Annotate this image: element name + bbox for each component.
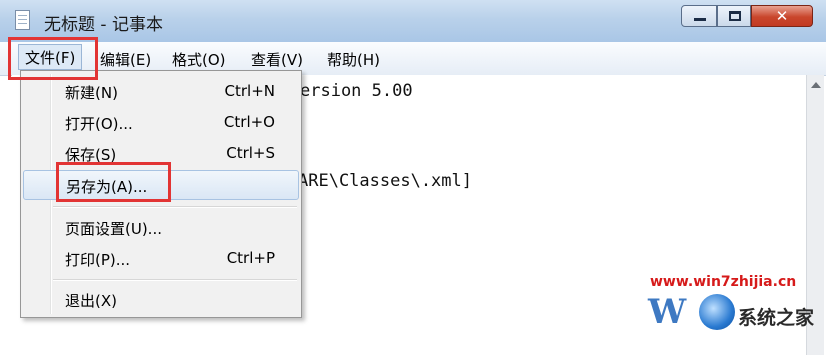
watermark-url: www.win7zhijia.cn [650,274,797,290]
title-bar: 无标题 - 记事本 ✕ [0,0,826,42]
menu-item-exit[interactable]: 退出(X) [23,285,299,313]
menu-format[interactable]: 格式(O) [172,49,226,70]
editor-line-2: ARE\Classes\.xml] [298,171,472,191]
watermark-logo-letter: W [648,292,687,332]
window-title: 无标题 - 记事本 [44,15,163,35]
menu-item-shortcut: Ctrl+N [224,82,275,100]
notepad-icon [15,10,30,30]
maximize-icon [729,11,741,21]
watermark-brand: 系统之家 [738,307,815,329]
menu-item-label: 打印(P)... [65,251,131,269]
caption-buttons: ✕ [681,5,823,29]
menu-item-print[interactable]: 打印(P)... Ctrl+P [23,244,299,272]
menu-item-shortcut: Ctrl+P [226,249,275,267]
menu-edit[interactable]: 编辑(E) [100,49,151,70]
menu-item-label: 退出(X) [65,292,117,310]
menu-item-page-setup[interactable]: 页面设置(U)... [23,213,299,241]
scroll-up-arrow-icon[interactable] [811,82,821,88]
highlight-save-as [56,162,171,202]
menu-item-label: 打开(O)... [65,115,133,133]
watermark-globe-icon [699,294,735,330]
minimize-button[interactable] [681,5,717,27]
minimize-icon [694,18,706,21]
menu-item-shortcut: Ctrl+S [226,144,275,162]
editor-line-1: ersion 5.00 [300,81,413,101]
highlight-file-menu [8,37,98,80]
maximize-button[interactable] [717,5,751,27]
menu-separator [53,206,297,208]
menu-help[interactable]: 帮助(H) [327,49,380,70]
menu-item-label: 页面设置(U)... [65,220,162,238]
menu-view[interactable]: 查看(V) [251,49,303,70]
close-icon: ✕ [775,7,789,25]
menu-item-new[interactable]: 新建(N) Ctrl+N [23,77,299,105]
menu-item-shortcut: Ctrl+O [223,113,275,131]
menu-item-open[interactable]: 打开(O)... Ctrl+O [23,108,299,136]
menu-item-label: 新建(N) [65,84,118,102]
menu-separator [53,279,297,281]
close-button[interactable]: ✕ [751,5,813,27]
